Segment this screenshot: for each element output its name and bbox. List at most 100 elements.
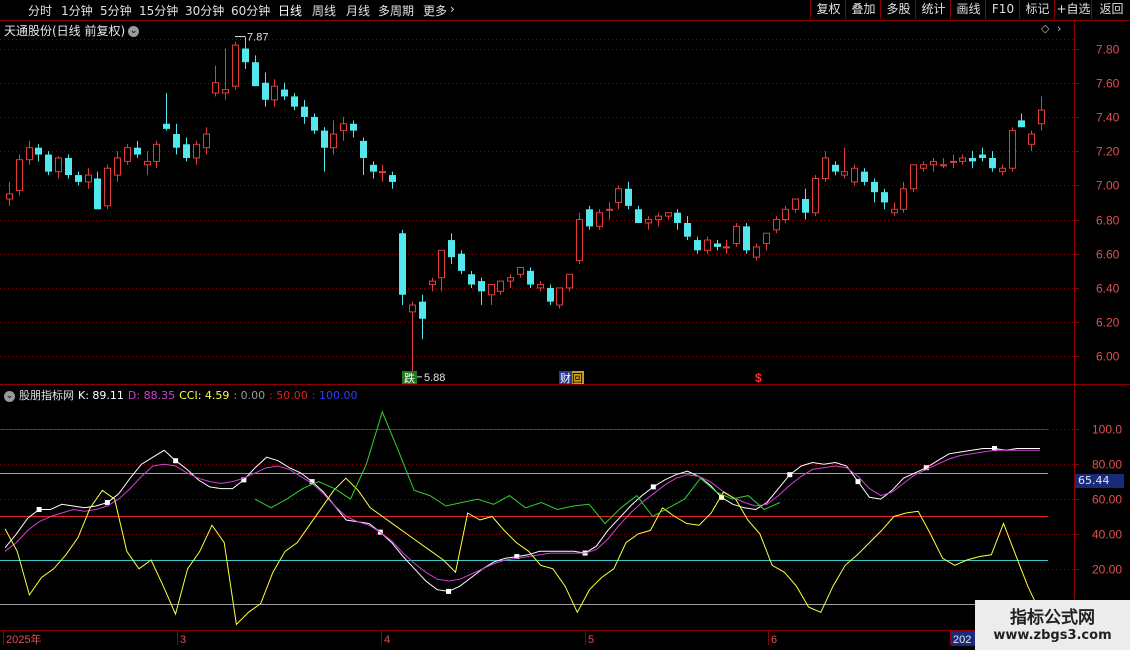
candle-body-up	[566, 273, 573, 289]
candle-body-up	[822, 157, 829, 179]
candle-body-down	[301, 106, 308, 117]
k-marker	[36, 507, 42, 513]
candle-body-up	[1009, 130, 1016, 169]
candle-body-up	[753, 246, 760, 258]
candle-body-down	[350, 123, 357, 131]
price-axis-label: 7.60	[1096, 77, 1120, 91]
date-label: 202	[953, 634, 971, 646]
candle-body-down	[458, 253, 465, 271]
indicator-axis-label: 40.00	[1092, 528, 1122, 542]
candle-body-down	[183, 144, 190, 158]
low-label: 5.88	[424, 372, 445, 384]
candle-body-down	[832, 164, 839, 172]
candle-body-up	[153, 143, 160, 162]
watermark-url: www.zbgs3.com	[993, 628, 1112, 643]
candle-body-down	[625, 188, 632, 206]
indicator-axis-label: 60.00	[1092, 493, 1122, 507]
candle-body-up	[606, 208, 613, 211]
candle-body-up	[733, 225, 740, 244]
candle-body-down	[969, 157, 976, 162]
candle-body-down	[419, 301, 426, 319]
candle-body-up	[340, 123, 347, 132]
price-axis-label: 6.80	[1096, 214, 1120, 228]
candle-body-down	[134, 147, 141, 155]
candle-body-down	[1018, 120, 1025, 128]
candle-body-up	[900, 188, 907, 210]
date-label: 3	[180, 634, 186, 646]
candle-body-up	[271, 85, 278, 101]
candle-body-down	[694, 240, 701, 251]
price-axis-label: 6.40	[1096, 282, 1120, 296]
series-line-cci	[4, 477, 1041, 626]
candle-body-up	[773, 219, 780, 231]
candle-body-down	[173, 134, 180, 148]
date-label: 6	[771, 634, 777, 646]
candle-body-up	[488, 284, 495, 296]
candle-body-down	[979, 154, 986, 158]
event-dollar-label[interactable]: $	[755, 371, 762, 385]
series-line-d	[4, 449, 1040, 582]
candle-body-down	[281, 89, 288, 97]
candle-body-down	[714, 243, 721, 247]
candle-body-up	[891, 208, 898, 214]
candle-body-down	[684, 222, 691, 237]
k-marker	[104, 500, 110, 506]
candle-body-down	[35, 147, 42, 155]
candle-body-up	[429, 280, 436, 286]
event-back-label: 回	[572, 372, 583, 385]
price-axis-label: 7.20	[1096, 145, 1120, 159]
candle-body-up	[55, 157, 62, 173]
candle-body-up	[920, 164, 927, 169]
candle-body-up	[379, 171, 386, 174]
candle-body-up	[645, 219, 652, 224]
candle-body-up	[6, 193, 13, 200]
candle-body-down	[871, 181, 878, 193]
candle-body-up	[222, 89, 229, 94]
watermark: 指标公式网 www.zbgs3.com	[975, 600, 1130, 650]
candle-body-up	[615, 188, 622, 203]
candle-body-up	[507, 277, 514, 282]
price-axis-label: 7.80	[1096, 43, 1120, 57]
candle-body-down	[94, 178, 101, 210]
candle-body-up	[104, 167, 111, 207]
candle-body-down	[242, 48, 249, 63]
candle-body-down	[468, 274, 475, 285]
candle-body-up	[1028, 133, 1035, 145]
candle-body-down	[635, 209, 642, 223]
candle-body-up	[232, 44, 239, 87]
event-down-label: 跌	[404, 371, 415, 385]
candle-body-up	[497, 280, 504, 292]
candle-body-up	[537, 284, 544, 289]
candle-body-up	[85, 174, 92, 183]
candle-body-up	[212, 82, 219, 94]
candle-body-down	[743, 226, 750, 251]
candle-body-down	[370, 164, 377, 172]
price-axis-label: 6.00	[1096, 350, 1120, 364]
candle-body-down	[861, 171, 868, 182]
candle-body-up	[940, 164, 947, 167]
candle-body-up	[330, 133, 337, 149]
candle-body-down	[802, 199, 809, 213]
candle-body-up	[409, 304, 416, 313]
price-axis-label: 6.20	[1096, 316, 1120, 330]
candle-body-up	[782, 208, 789, 221]
price-axis-label: 7.00	[1096, 179, 1120, 193]
candle-body-down	[399, 233, 406, 295]
candle-body-down	[360, 140, 367, 158]
candle-body-up	[930, 160, 937, 166]
indicator-axis-label: 80.00	[1092, 458, 1122, 472]
date-label: 5	[588, 634, 594, 646]
candle-body-up	[16, 159, 23, 191]
date-label: 2025年	[6, 632, 41, 646]
candle-body-up	[950, 160, 957, 163]
k-marker	[650, 484, 656, 490]
candle-body-up	[144, 160, 151, 166]
candle-body-up	[203, 133, 210, 149]
watermark-title: 指标公式网	[1010, 608, 1095, 628]
candle-body-down	[448, 240, 455, 258]
candle-body-down	[527, 270, 534, 285]
candle-body-up	[723, 246, 730, 249]
candle-body-up	[576, 219, 583, 262]
candle-body-up	[812, 177, 819, 214]
candle-body-up	[851, 167, 858, 183]
